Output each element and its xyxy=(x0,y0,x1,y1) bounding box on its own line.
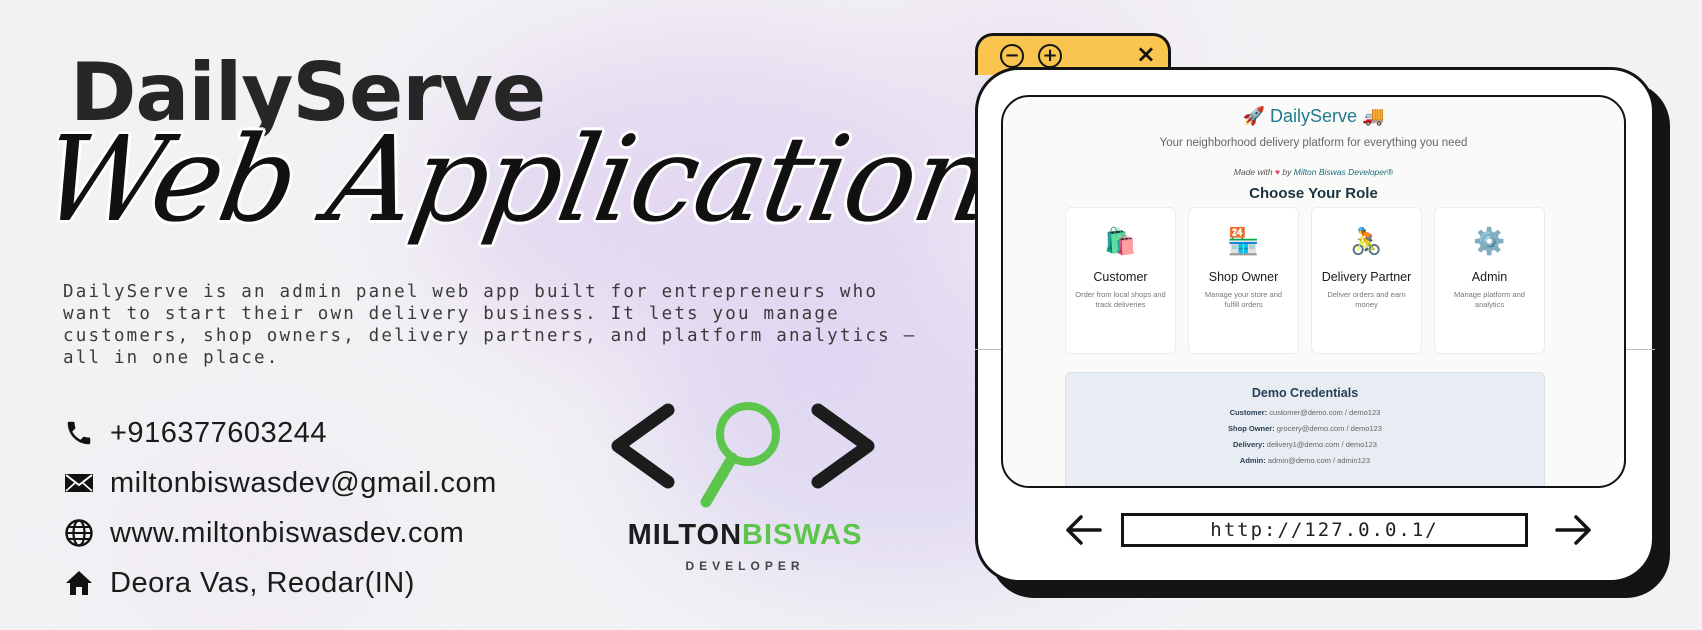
logo-wordmark: MILTONBISWAS xyxy=(610,519,880,552)
role-heading: Choose Your Role xyxy=(1249,185,1378,202)
app-title: 🚀 DailyServe 🚚 xyxy=(1242,106,1385,126)
logo-subtitle: DEVELOPER xyxy=(685,559,805,573)
banner-description: DailyServe is an admin panel web app bui… xyxy=(63,282,917,368)
home-icon xyxy=(62,566,96,600)
app-subtitle: Your neighborhood delivery platform for … xyxy=(1159,137,1468,149)
back-arrow-icon[interactable] xyxy=(1064,510,1104,550)
demo-credentials-panel: Demo Credentials Customer: customer@demo… xyxy=(1065,372,1545,486)
close-button[interactable]: × xyxy=(1136,40,1156,68)
phone-icon xyxy=(62,416,96,450)
role-card-title: Admin xyxy=(1471,270,1508,284)
logo-name-second: BISWAS xyxy=(742,519,863,551)
shopping-bag-icon: 🛍️ xyxy=(1104,227,1137,257)
contact-address-text: Deora Vas, Reodar(IN) xyxy=(110,566,415,599)
author-link[interactable]: Milton Biswas Developer® xyxy=(1294,167,1393,177)
role-card-title: Shop Owner xyxy=(1208,270,1279,284)
contact-email: miltonbiswasdev@gmail.com xyxy=(62,458,497,508)
demo-credentials-title: Demo Credentials xyxy=(1251,386,1359,400)
role-card-desc: Manage your store and fulfill orders xyxy=(1204,290,1283,309)
role-card-title: Customer xyxy=(1093,270,1148,284)
mail-icon xyxy=(62,466,96,500)
maximize-button[interactable]: + xyxy=(1038,44,1062,68)
gear-icon: ⚙️ xyxy=(1473,227,1506,257)
banner-script-title: Web Application xyxy=(31,110,1002,248)
heart-icon: ♥ xyxy=(1275,167,1281,177)
role-card-title: Delivery Partner xyxy=(1321,270,1412,284)
made-by-line: Made with ♥ by Milton Biswas Developer® xyxy=(1003,167,1624,177)
globe-icon xyxy=(62,516,96,550)
made-by-text: by xyxy=(1282,167,1292,177)
contact-phone: +916377603244 xyxy=(62,408,497,458)
logo-name-first: MILTON xyxy=(627,519,743,551)
contact-website: www.miltonbiswasdev.com xyxy=(62,508,497,558)
store-icon: 🏪 xyxy=(1227,227,1260,257)
app-viewport: 🚀 DailyServe 🚚 Your neighborhood deliver… xyxy=(1001,95,1626,488)
role-card-admin[interactable]: ⚙️ Admin Manage platform and analytics xyxy=(1434,207,1545,354)
credential-row: Delivery: delivery1@demo.com / demo123 xyxy=(1233,440,1377,449)
credential-row: Customer: customer@demo.com / demo123 xyxy=(1229,408,1381,417)
forward-arrow-icon[interactable] xyxy=(1553,510,1593,550)
role-card-delivery-partner[interactable]: 🚴 Delivery Partner Deliver orders and ea… xyxy=(1311,207,1422,354)
role-card-desc: Manage platform and analytics xyxy=(1454,290,1525,309)
contact-phone-text: +916377603244 xyxy=(110,416,327,449)
role-cards: 🛍️ Customer Order from local shops and t… xyxy=(1065,207,1545,354)
role-card-desc: Order from local shops and track deliver… xyxy=(1075,290,1166,309)
contact-email-text: miltonbiswasdev@gmail.com xyxy=(110,466,497,499)
role-card-desc: Deliver orders and earn money xyxy=(1327,290,1406,309)
credential-row: Shop Owner: grocery@demo.com / demo123 xyxy=(1228,424,1382,433)
role-card-shop-owner[interactable]: 🏪 Shop Owner Manage your store and fulfi… xyxy=(1188,207,1299,354)
contact-website-text: www.miltonbiswasdev.com xyxy=(110,516,465,549)
url-bar[interactable]: http://127.0.0.1/ xyxy=(1121,513,1528,547)
contact-address: Deora Vas, Reodar(IN) xyxy=(62,558,497,608)
role-card-customer[interactable]: 🛍️ Customer Order from local shops and t… xyxy=(1065,207,1176,354)
contact-list: +916377603244 miltonbiswasdev@gmail.com … xyxy=(62,408,497,608)
minimize-button[interactable]: − xyxy=(1000,44,1024,68)
bicycle-icon: 🚴 xyxy=(1350,227,1383,257)
credential-row: Admin: admin@demo.com / admin123 xyxy=(1239,456,1371,465)
made-with-text: Made with xyxy=(1233,167,1273,177)
